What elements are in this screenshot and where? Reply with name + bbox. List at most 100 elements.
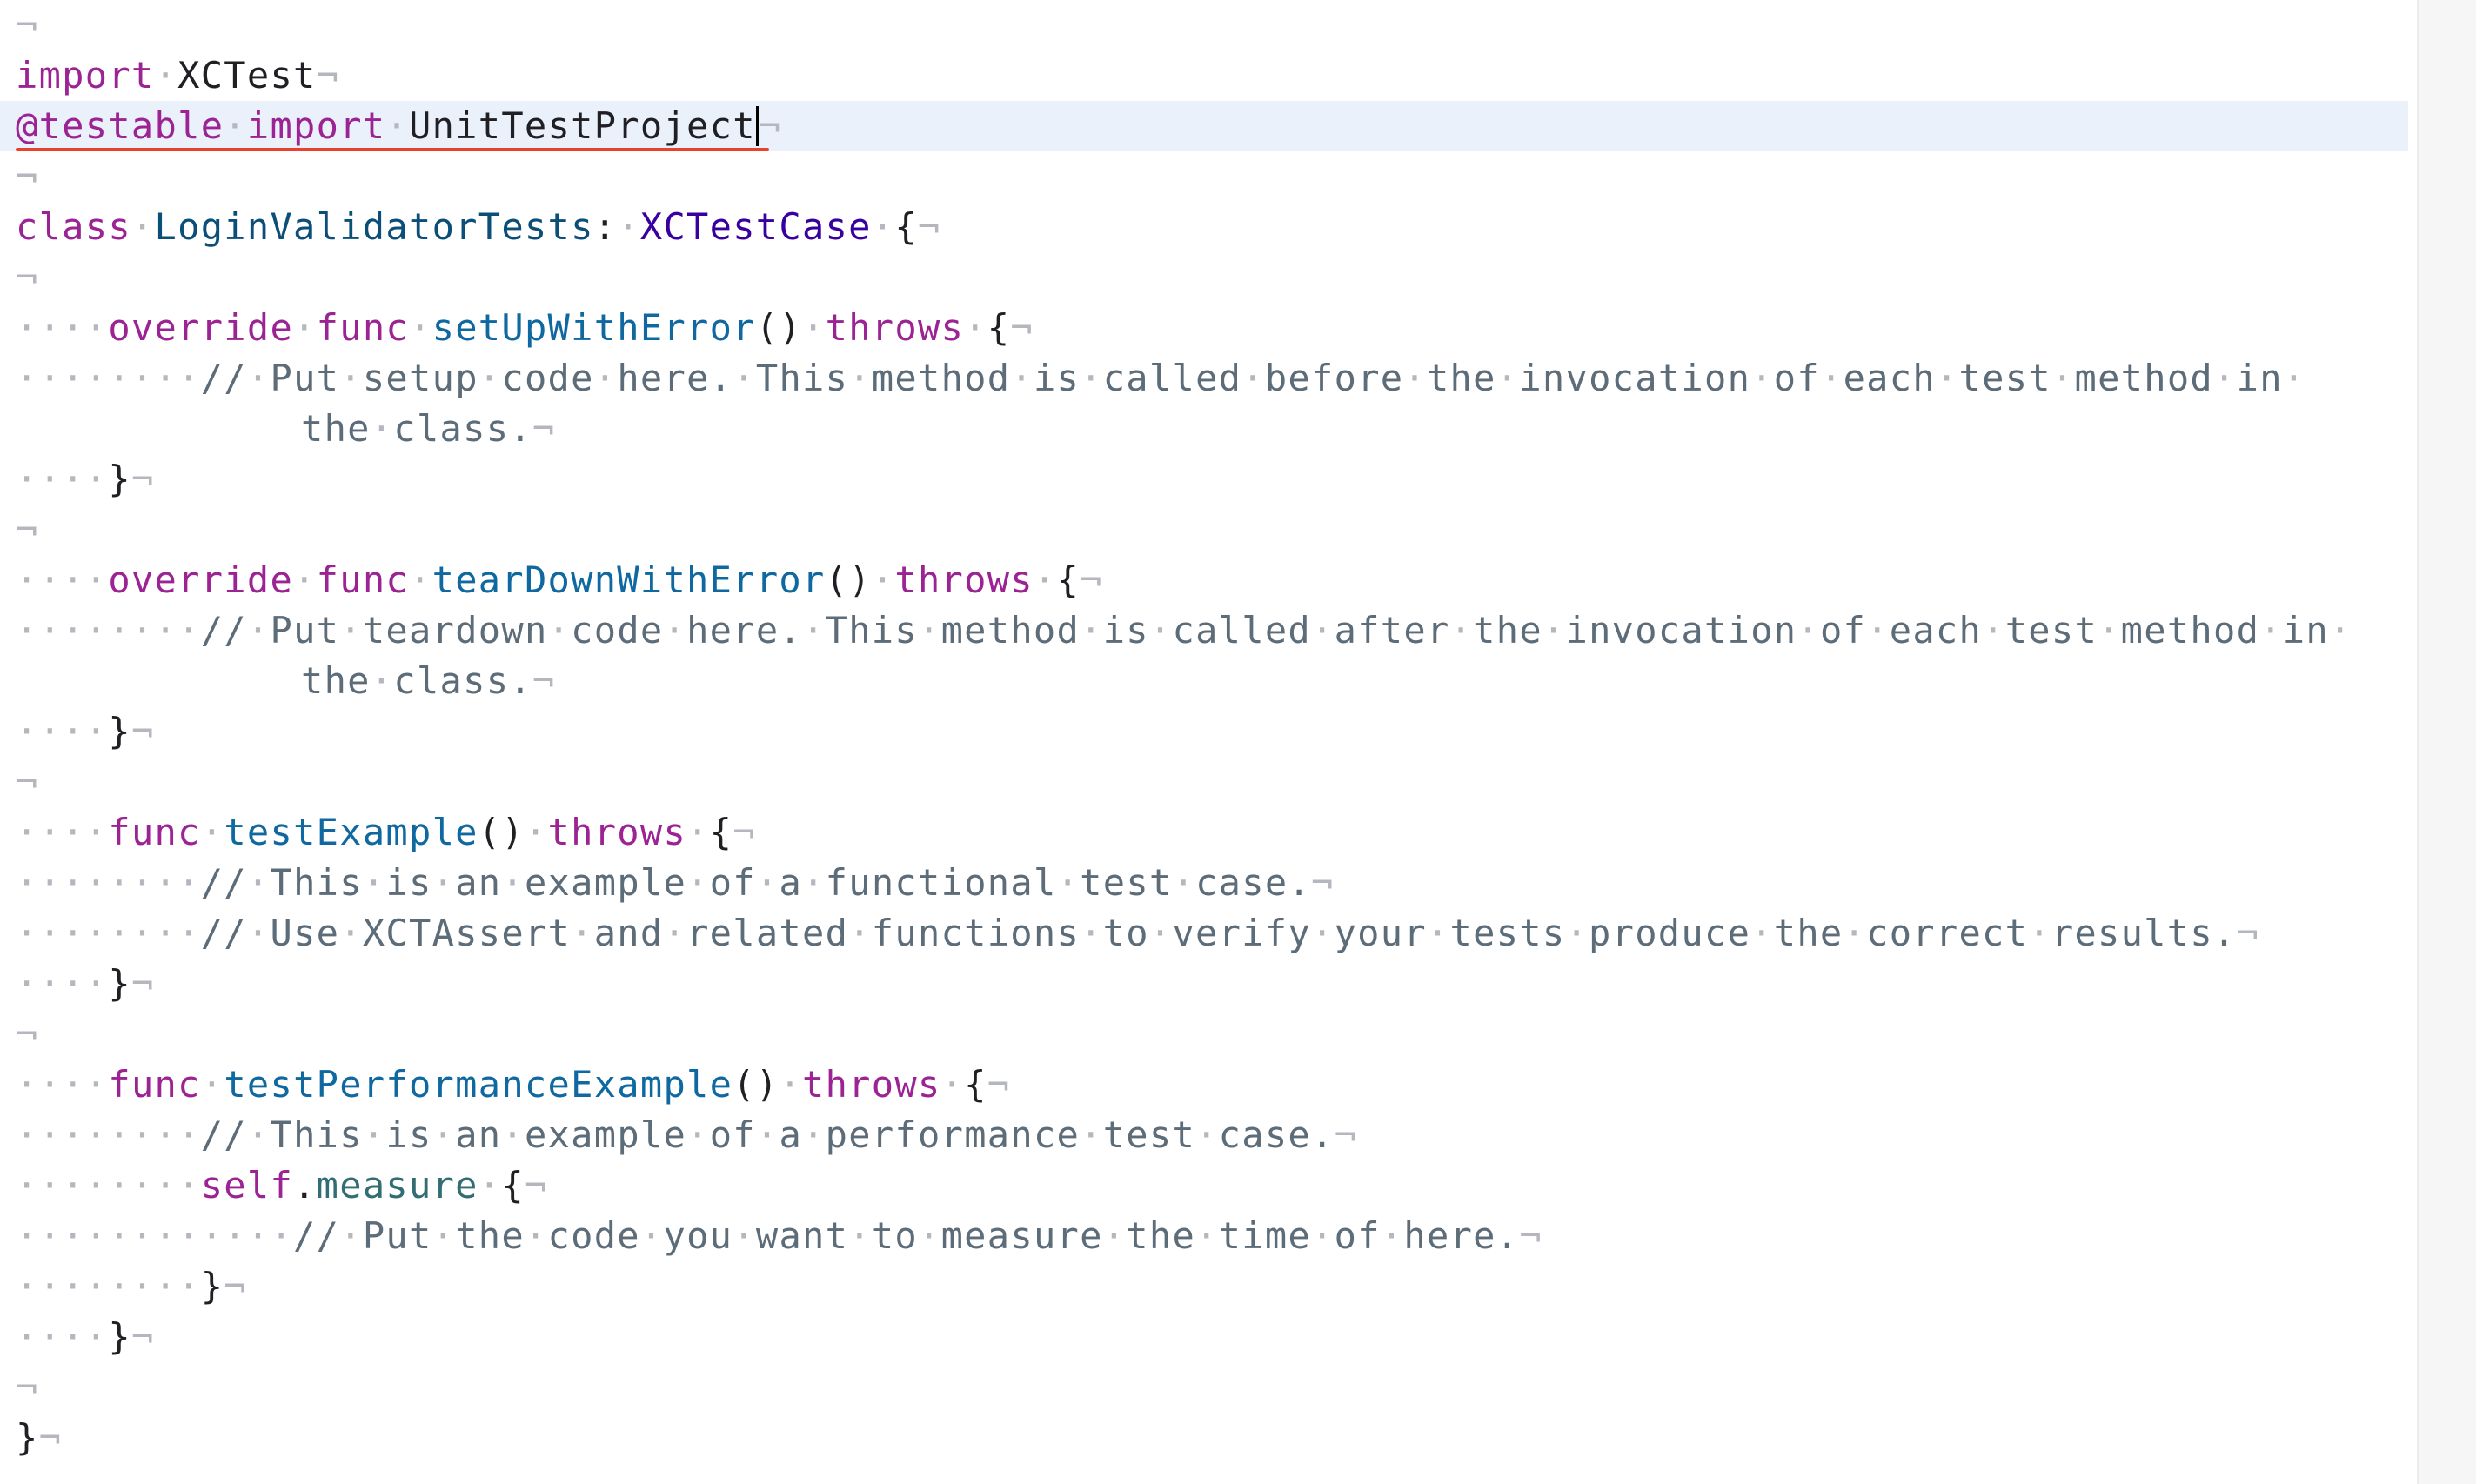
code-line-content: ¬ — [16, 1013, 39, 1055]
code-token: method — [871, 357, 1011, 399]
code-token: case. — [1218, 1113, 1335, 1156]
whitespace-marker: · — [848, 357, 872, 399]
whitespace-marker: · — [917, 609, 941, 652]
code-token: is — [385, 1113, 432, 1156]
code-line[interactable]: class·LoginValidatorTests:·XCTestCase·{¬ — [16, 202, 2408, 252]
code-token: to — [871, 1214, 918, 1257]
code-line[interactable]: ····override·func·tearDownWithError()·th… — [16, 555, 2408, 605]
code-line[interactable]: ····}¬ — [16, 706, 2408, 757]
whitespace-marker: · — [1403, 357, 1427, 399]
code-line[interactable]: ········//·Put·teardown·code·here.·This·… — [16, 605, 2408, 656]
code-token: class. — [393, 407, 532, 450]
code-line[interactable]: @testable·import·UnitTestProject ¬ — [0, 101, 2408, 151]
whitespace-marker: · — [848, 1214, 872, 1257]
editor-scroll-gutter[interactable] — [2417, 0, 2476, 1484]
line-end-marker: ¬ — [1311, 861, 1335, 904]
line-end-marker: ¬ — [1010, 306, 1034, 349]
code-line[interactable]: ¬ — [16, 757, 2408, 807]
code-token: code — [571, 609, 664, 652]
code-text-area[interactable]: ¬ import·XCTest¬ @testable·import·UnitTest… — [0, 0, 2408, 1463]
whitespace-marker: · — [2259, 609, 2283, 652]
code-token: a — [779, 861, 803, 904]
code-line[interactable]: ····}¬ — [16, 959, 2408, 1009]
code-line[interactable]: ····}¬ — [16, 454, 2408, 505]
code-token: setup — [362, 357, 478, 399]
whitespace-marker: ········ — [16, 861, 201, 904]
code-token: the — [1426, 357, 1496, 399]
whitespace-marker: · — [1311, 1214, 1335, 1257]
code-line[interactable]: ····override·func·setUpWithError()·throw… — [16, 303, 2408, 353]
code-line[interactable]: ¬ — [16, 151, 2408, 202]
code-line[interactable]: ····func·testExample()·throws·{¬ — [16, 807, 2408, 858]
code-line[interactable]: }¬ — [16, 1413, 2408, 1463]
code-token: the — [1473, 609, 1542, 652]
code-token: you — [663, 1214, 733, 1257]
code-line[interactable]: ········//·Use·XCTAssert·and·related·fun… — [16, 908, 2408, 959]
whitespace-marker: · — [733, 1214, 756, 1257]
code-line[interactable]: ¬ — [16, 0, 2408, 50]
whitespace-marker: · — [1102, 1214, 1127, 1257]
whitespace-marker: ···· — [16, 962, 109, 1005]
whitespace-marker: · — [385, 104, 409, 147]
code-token: { — [987, 306, 1011, 349]
line-end-marker: ¬ — [130, 458, 155, 500]
whitespace-marker: · — [1819, 357, 1844, 399]
code-line[interactable]: ········//·This·is·an·example·of·a·funct… — [16, 858, 2408, 908]
whitespace-marker: ········ — [16, 1164, 201, 1207]
whitespace-marker: · — [802, 1113, 826, 1156]
code-line[interactable]: ¬ — [16, 1362, 2408, 1413]
code-line[interactable]: ········//·Put·setup·code·here.·This·met… — [16, 353, 2408, 404]
code-line[interactable]: the·class.¬ — [16, 656, 2408, 706]
code-token: XCTestCase — [639, 205, 872, 248]
code-line[interactable]: ············//·Put·the·code·you·want·to·… — [16, 1211, 2408, 1261]
whitespace-marker: · — [1496, 357, 1520, 399]
whitespace-marker: · — [370, 659, 394, 702]
code-token: setUpWithError — [432, 306, 756, 349]
whitespace-marker: · — [593, 357, 618, 399]
code-line[interactable]: the·class.¬ — [16, 404, 2408, 454]
whitespace-marker: · — [339, 357, 363, 399]
line-end-marker: ¬ — [16, 508, 39, 551]
line-end-marker: ¬ — [2236, 912, 2260, 954]
code-line[interactable]: ········}¬ — [16, 1261, 2408, 1312]
code-token: () — [755, 306, 803, 349]
code-line[interactable]: ····}¬ — [16, 1312, 2408, 1362]
whitespace-marker: · — [918, 1214, 941, 1257]
source-editor[interactable]: ¬ import·XCTest¬ @testable·import·UnitTest… — [0, 0, 2417, 1484]
code-token: results. — [2051, 912, 2237, 954]
code-token: example — [525, 861, 687, 904]
code-line[interactable]: ¬ — [16, 505, 2408, 555]
code-line[interactable]: ····func·testPerformanceExample()·throws… — [16, 1060, 2408, 1110]
code-token: override — [108, 558, 294, 601]
code-line-content: ············//·Put·the·code·you·want·to·… — [16, 1214, 1542, 1257]
whitespace-marker: · — [2282, 357, 2306, 399]
whitespace-marker: · — [339, 912, 363, 954]
code-token: measure — [316, 1164, 478, 1207]
whitespace-marker: · — [1080, 1113, 1103, 1156]
code-line[interactable]: import·XCTest¬ — [16, 50, 2408, 101]
whitespace-marker: · — [1195, 1214, 1219, 1257]
code-line[interactable]: ········//·This·is·an·example·of·a·perfo… — [16, 1110, 2408, 1160]
whitespace-marker: · — [1195, 1113, 1219, 1156]
line-end-marker: ¬ — [1519, 1214, 1542, 1257]
code-token: test — [2004, 609, 2098, 652]
code-line-content: ····override·func·setUpWithError()·throw… — [16, 306, 1034, 349]
whitespace-marker: ···· — [16, 811, 109, 853]
whitespace-marker: · — [779, 1063, 802, 1106]
line-end-marker: ¬ — [130, 710, 155, 752]
code-token: UnitTestProject — [409, 104, 756, 147]
whitespace-marker: · — [224, 104, 247, 147]
code-line[interactable]: ········self.measure·{¬ — [16, 1160, 2408, 1211]
code-token: Use — [270, 912, 340, 954]
code-line[interactable]: ¬ — [16, 252, 2408, 303]
code-token: // — [200, 912, 247, 954]
code-line-content: the·class.¬ — [301, 407, 555, 450]
line-end-marker: ¬ — [16, 256, 39, 298]
code-token: the — [301, 659, 371, 702]
line-end-marker: ¬ — [917, 205, 941, 248]
code-line[interactable]: ¬ — [16, 1009, 2408, 1060]
code-token: () — [478, 811, 525, 853]
whitespace-marker: · — [524, 811, 548, 853]
whitespace-marker: · — [2028, 912, 2051, 954]
code-token: of — [709, 861, 756, 904]
